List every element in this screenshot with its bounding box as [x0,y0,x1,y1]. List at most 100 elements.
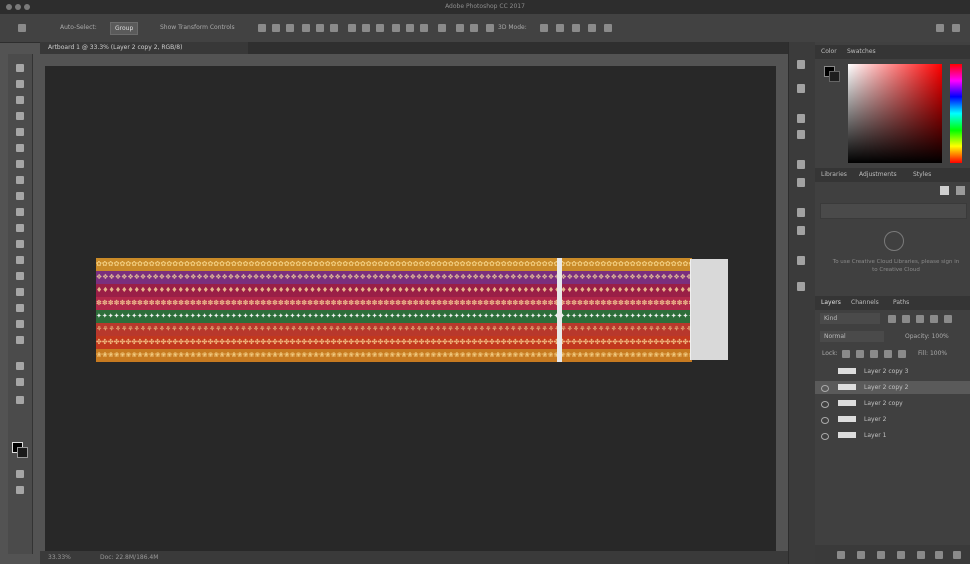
move-tool-icon[interactable] [16,64,24,72]
tab-libraries[interactable]: Libraries [821,168,847,182]
layer-filter-kind[interactable]: Kind [820,313,880,324]
lock-position-icon[interactable] [870,350,878,358]
layer-row[interactable]: Layer 1 [815,429,970,442]
info-panel-icon[interactable] [797,282,805,291]
show-transform-checkbox[interactable]: Show Transform Controls [160,24,235,31]
hue-slider[interactable] [950,64,962,163]
distribute-bottom-icon[interactable] [376,24,384,32]
3d-orbit-icon[interactable] [588,24,596,32]
move-tool-icon[interactable] [18,24,26,32]
workspace-switcher-icon[interactable] [952,24,960,32]
3d-zoom-icon[interactable] [604,24,612,32]
layer-mask-icon[interactable] [877,551,885,559]
tool-presets-icon[interactable] [797,226,805,235]
tab-channels[interactable]: Channels [851,296,879,310]
color-background-swatch[interactable] [829,71,840,82]
tab-styles[interactable]: Styles [913,168,931,182]
brush-tool-icon[interactable] [16,176,24,184]
align-right-icon[interactable] [330,24,338,32]
quick-mask-icon[interactable] [16,470,24,478]
library-search-field[interactable] [820,203,967,219]
link-layers-icon[interactable] [837,551,845,559]
pen-tool-icon[interactable] [16,288,24,296]
distribute-left-icon[interactable] [392,24,400,32]
clone-source-icon[interactable] [797,208,805,217]
fill-field[interactable]: Fill: 100% [918,350,947,357]
tab-paths[interactable]: Paths [893,296,909,310]
align-left-icon[interactable] [302,24,310,32]
quick-select-tool-icon[interactable] [16,112,24,120]
auto-align-icon[interactable] [438,24,446,32]
distribute-top-icon[interactable] [348,24,356,32]
history-brush-tool-icon[interactable] [16,208,24,216]
new-group-icon[interactable] [917,551,925,559]
dodge-tool-icon[interactable] [16,272,24,280]
search-icon[interactable] [936,24,944,32]
color-picker-field[interactable] [848,64,942,163]
visibility-eye-icon[interactable] [821,433,829,440]
crop-tool-icon[interactable] [16,128,24,136]
gradient-tool-icon[interactable] [16,240,24,248]
auto-select-dropdown[interactable]: Group [110,22,139,35]
filter-smart-object-icon[interactable] [944,315,952,323]
tab-layers[interactable]: Layers [821,296,841,310]
document-tab[interactable]: Artboard 1 @ 33.3% (Layer 2 copy 2, RGB/… [40,42,248,54]
3d-pan-icon[interactable] [486,24,494,32]
layer-row[interactable]: Layer 2 copy 2 [815,381,970,394]
lock-image-icon[interactable] [856,350,864,358]
layer-style-icon[interactable] [857,551,865,559]
library-grid-view-icon[interactable] [940,186,949,195]
opacity-field[interactable]: Opacity: 100% [905,333,949,340]
new-layer-icon[interactable] [935,551,943,559]
align-vcenter-icon[interactable] [272,24,280,32]
filter-pixel-icon[interactable] [888,315,896,323]
path-selection-tool-icon[interactable] [16,320,24,328]
blur-tool-icon[interactable] [16,256,24,264]
distribute-hcenter-icon[interactable] [406,24,414,32]
lock-transparent-icon[interactable] [842,350,850,358]
visibility-eye-icon[interactable] [821,401,829,408]
type-tool-icon[interactable] [16,304,24,312]
distribute-vcenter-icon[interactable] [362,24,370,32]
zoom-level[interactable]: 33.33% [48,554,71,561]
3d-scale-icon[interactable] [556,24,564,32]
tab-swatches[interactable]: Swatches [847,45,876,59]
align-top-icon[interactable] [258,24,266,32]
screen-mode-icon[interactable] [16,486,24,494]
blend-mode-dropdown[interactable]: Normal [820,331,884,342]
distribute-right-icon[interactable] [420,24,428,32]
brush-presets-icon[interactable] [797,178,805,187]
artboard-pattern[interactable]: ✿✿✿✿✿✿✿✿✿✿✿✿✿✿✿✿✿✿✿✿✿✿✿✿✿✿✿✿✿✿✿✿✿✿✿✿✿✿✿✿… [96,258,692,362]
character-panel-icon[interactable] [797,114,805,123]
history-panel-icon[interactable] [797,60,805,69]
properties-panel-icon[interactable] [797,84,805,93]
lock-artboard-icon[interactable] [884,350,892,358]
background-color-swatch[interactable] [17,447,28,458]
zoom-tool-icon[interactable] [16,378,24,386]
tab-adjustments[interactable]: Adjustments [859,168,897,182]
filter-shape-icon[interactable] [930,315,938,323]
trash-icon[interactable] [953,551,961,559]
edit-toolbar-icon[interactable] [16,396,24,404]
library-list-view-icon[interactable] [956,186,965,195]
visibility-eye-icon[interactable] [821,417,829,424]
3d-camera-icon[interactable] [572,24,580,32]
lock-all-icon[interactable] [898,350,906,358]
layer-row[interactable]: Layer 2 copy 3 [815,365,970,378]
filter-type-icon[interactable] [916,315,924,323]
visibility-eye-icon[interactable] [821,385,829,392]
actions-panel-icon[interactable] [797,256,805,265]
rectangle-tool-icon[interactable] [16,336,24,344]
adjustment-layer-icon[interactable] [897,551,905,559]
healing-brush-tool-icon[interactable] [16,160,24,168]
brush-panel-icon[interactable] [797,160,805,169]
filter-adjustment-icon[interactable] [902,315,910,323]
paragraph-panel-icon[interactable] [797,130,805,139]
eraser-tool-icon[interactable] [16,224,24,232]
3d-roll-icon[interactable] [470,24,478,32]
lasso-tool-icon[interactable] [16,96,24,104]
3d-rotate-icon[interactable] [456,24,464,32]
hand-tool-icon[interactable] [16,362,24,370]
align-bottom-icon[interactable] [286,24,294,32]
layer-row[interactable]: Layer 2 [815,413,970,426]
